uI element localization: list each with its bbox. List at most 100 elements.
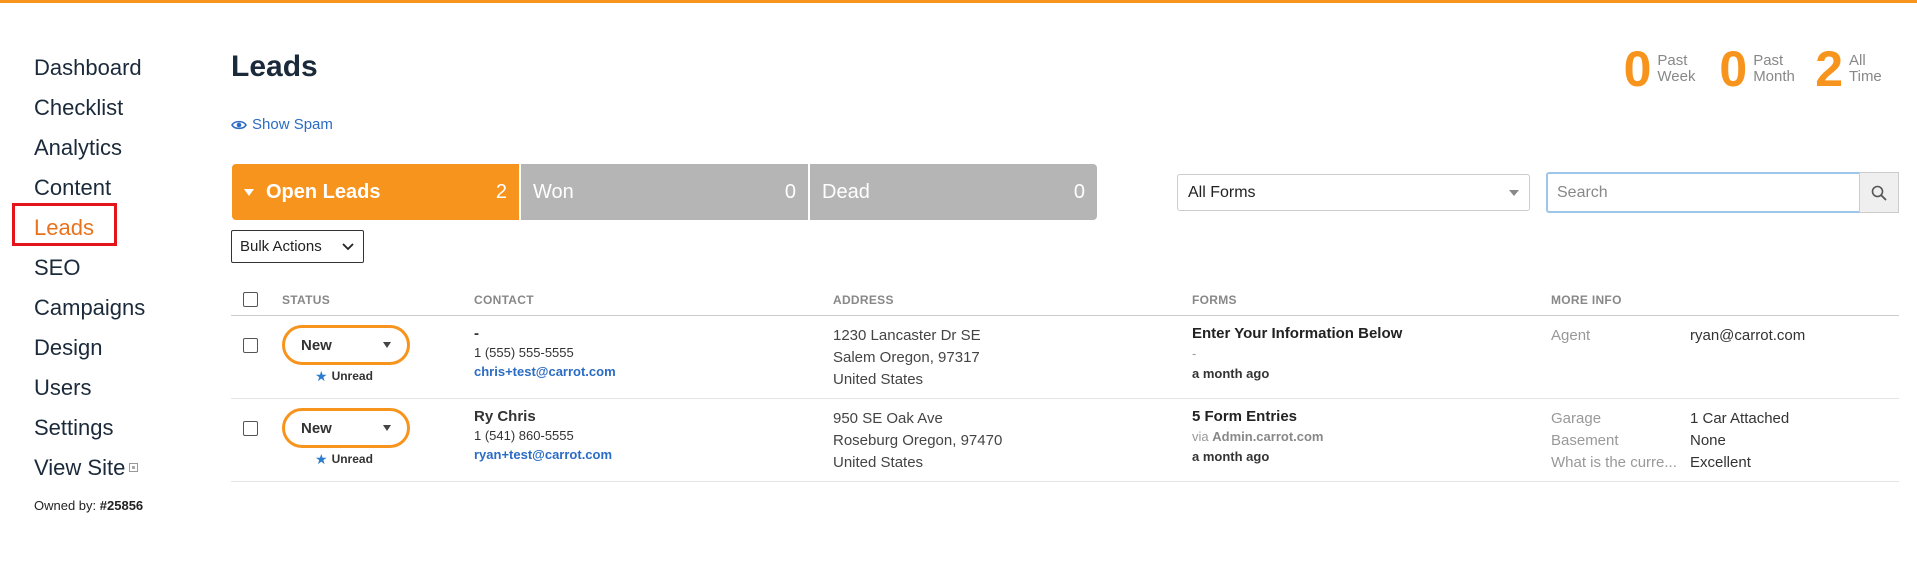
form-time: a month ago xyxy=(1192,449,1270,464)
sidebar-item-label: Content xyxy=(34,175,112,200)
page-title: Leads xyxy=(231,50,318,83)
tab-open-leads[interactable]: Open Leads 2 xyxy=(232,164,519,220)
stat-label: All Time xyxy=(1849,52,1882,85)
sidebar: Dashboard Checklist Analytics Content Le… xyxy=(34,48,184,488)
tab-count: 0 xyxy=(1073,180,1085,203)
form-source: via Admin.carrot.com xyxy=(1192,429,1324,444)
address-line: United States xyxy=(833,371,924,388)
more-info-item: What is the curre... Excellent xyxy=(1551,454,1751,471)
stat-all-time: 2 All Time xyxy=(1815,44,1897,94)
tab-dead[interactable]: Dead 0 xyxy=(810,164,1097,220)
row-checkbox[interactable] xyxy=(243,338,258,353)
external-link-icon xyxy=(129,462,139,472)
contact-phone: 1 (541) 860-5555 xyxy=(474,428,574,443)
row-checkbox[interactable] xyxy=(243,421,258,436)
tab-count: 2 xyxy=(495,180,507,203)
sidebar-item-analytics[interactable]: Analytics xyxy=(34,128,184,168)
form-source: - xyxy=(1192,346,1197,361)
caret-down-icon xyxy=(244,188,254,196)
stat-past-month: 0 Past Month xyxy=(1719,44,1801,94)
search-box xyxy=(1546,172,1899,213)
more-info-item: Agent ryan@carrot.com xyxy=(1551,327,1806,344)
sidebar-item-design[interactable]: Design xyxy=(34,328,184,368)
sidebar-item-label: Settings xyxy=(34,415,114,440)
tab-won[interactable]: Won 0 xyxy=(521,164,808,220)
address-line: 950 SE Oak Ave xyxy=(833,410,943,427)
sidebar-item-label: SEO xyxy=(34,255,81,280)
form-title: 5 Form Entries xyxy=(1192,408,1298,425)
sidebar-item-label: Users xyxy=(34,375,92,400)
tab-label: Open Leads xyxy=(266,180,381,203)
stat-past-week: 0 Past Week xyxy=(1624,44,1706,94)
sidebar-item-campaigns[interactable]: Campaigns xyxy=(34,288,184,328)
sidebar-item-dashboard[interactable]: Dashboard xyxy=(34,48,184,88)
contact-email-link[interactable]: chris+test@carrot.com xyxy=(474,363,833,381)
bulk-actions-label: Bulk Actions xyxy=(240,238,322,255)
header-address: ADDRESS xyxy=(833,292,894,307)
search-button[interactable] xyxy=(1859,172,1899,213)
sidebar-item-label: Campaigns xyxy=(34,295,146,320)
sidebar-item-view-site[interactable]: View Site xyxy=(34,448,184,488)
sidebar-item-label: Checklist xyxy=(34,95,124,120)
lead-stats: 0 Past Week 0 Past Month 2 All Time xyxy=(1624,44,1897,94)
sidebar-item-seo[interactable]: SEO xyxy=(34,248,184,288)
status-value: New xyxy=(301,336,332,354)
contact-name: - xyxy=(474,325,479,342)
forms-filter-select[interactable]: All Forms xyxy=(1177,174,1530,211)
tab-label: Won xyxy=(533,180,574,203)
header-forms: FORMS xyxy=(1192,292,1237,307)
search-input[interactable] xyxy=(1546,172,1859,213)
leads-table: STATUS CONTACT ADDRESS FORMS MORE INFO N… xyxy=(231,284,1899,482)
owned-by: Owned by: #25856 xyxy=(34,498,143,513)
header-contact: CONTACT xyxy=(474,292,534,307)
more-info-item: Garage 1 Car Attached xyxy=(1551,410,1790,427)
sidebar-item-settings[interactable]: Settings xyxy=(34,408,184,448)
contact-name: Ry Chris xyxy=(474,408,536,425)
stat-label: Past Month xyxy=(1753,52,1795,85)
address-line: 1230 Lancaster Dr SE xyxy=(833,327,981,344)
contact-email-link[interactable]: ryan+test@carrot.com xyxy=(474,446,833,464)
sidebar-item-label: Analytics xyxy=(34,135,123,160)
top-accent-bar xyxy=(0,0,1917,3)
star-icon: ★ xyxy=(315,451,328,467)
status-value: New xyxy=(301,419,332,437)
select-all-checkbox[interactable] xyxy=(243,292,258,307)
owned-by-label: Owned by: xyxy=(34,498,97,513)
table-row[interactable]: New ★ Unread - 1 (555) 555-5555 chris+tes… xyxy=(231,316,1899,399)
star-icon: ★ xyxy=(315,368,328,384)
sidebar-item-content[interactable]: Content xyxy=(34,168,184,208)
status-dropdown[interactable]: New xyxy=(282,325,410,365)
sidebar-item-label: View Site xyxy=(34,455,126,480)
sidebar-item-label: Leads xyxy=(34,215,94,240)
contact-phone: 1 (555) 555-5555 xyxy=(474,345,574,360)
status-dropdown[interactable]: New xyxy=(282,408,410,448)
caret-down-icon xyxy=(383,342,391,348)
sidebar-item-leads[interactable]: Leads xyxy=(34,208,184,248)
stat-value: 0 xyxy=(1719,41,1748,97)
address-line: United States xyxy=(833,454,924,471)
lead-status-tabs: Open Leads 2 Won 0 Dead 0 xyxy=(232,164,1097,220)
header-more-info: MORE INFO xyxy=(1551,292,1622,307)
table-row[interactable]: New ★ Unread Ry Chris 1 (541) 860-5555 ry… xyxy=(231,399,1899,482)
sidebar-item-checklist[interactable]: Checklist xyxy=(34,88,184,128)
stat-value: 2 xyxy=(1815,41,1843,97)
show-spam-label: Show Spam xyxy=(252,116,333,133)
unread-badge: ★ Unread xyxy=(315,451,373,467)
sidebar-item-label: Dashboard xyxy=(34,55,142,80)
table-header: STATUS CONTACT ADDRESS FORMS MORE INFO xyxy=(231,284,1899,316)
sidebar-item-label: Design xyxy=(34,335,103,360)
bulk-actions-select[interactable]: Bulk Actions xyxy=(231,230,364,263)
show-spam-link[interactable]: Show Spam xyxy=(231,116,333,133)
caret-down-icon xyxy=(383,425,391,431)
more-info-item: Basement None xyxy=(1551,432,1726,449)
stat-value: 0 xyxy=(1623,41,1652,97)
form-title: Enter Your Information Below xyxy=(1192,325,1403,342)
address-line: Salem Oregon, 97317 xyxy=(833,349,980,366)
address-line: Roseburg Oregon, 97470 xyxy=(833,432,1003,449)
sidebar-item-users[interactable]: Users xyxy=(34,368,184,408)
header-status: STATUS xyxy=(282,292,331,307)
tab-label: Dead xyxy=(822,180,870,203)
unread-badge: ★ Unread xyxy=(315,368,373,384)
eye-icon xyxy=(231,120,247,129)
forms-filter-value: All Forms xyxy=(1188,183,1256,201)
